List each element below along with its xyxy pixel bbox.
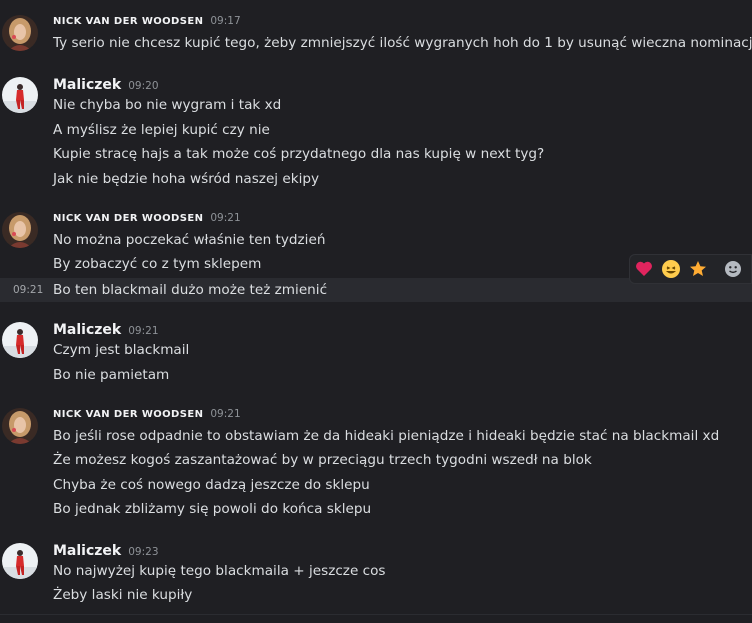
avatar[interactable] [2, 77, 38, 113]
avatar[interactable] [2, 322, 38, 358]
message-text: By zobaczyć co z tym sklepem [53, 256, 262, 272]
message-text: Bo jeśli rose odpadnie to obstawiam że d… [53, 428, 720, 444]
username[interactable]: Maliczek [53, 543, 121, 559]
avatar[interactable] [2, 212, 38, 248]
star-icon[interactable] [685, 256, 711, 282]
message-text: Czym jest blackmail [53, 342, 190, 358]
message-timestamp: 09:21 [210, 408, 241, 420]
username[interactable]: Maliczek [53, 77, 121, 93]
chat-message-list: 09:21 NICK VAN DER WOODSEN 09:17 Ty seri… [0, 0, 752, 623]
avatar[interactable] [2, 15, 38, 51]
avatar[interactable] [2, 408, 38, 444]
message-text: Żeby laski nie kupiły [53, 587, 193, 603]
message-timestamp: 09:20 [128, 80, 159, 92]
message-timestamp: 09:21 [210, 212, 241, 224]
message-timestamp: 09:17 [210, 15, 241, 27]
message-text: Kupie stracę hajs a tak może coś przydat… [53, 146, 545, 162]
username[interactable]: NICK VAN DER WOODSEN [53, 409, 203, 420]
grinning-face-icon[interactable] [658, 256, 684, 282]
username[interactable]: Maliczek [53, 322, 121, 338]
avatar[interactable] [2, 543, 38, 579]
message-text: Bo ten blackmail dużo może też zmienić [53, 282, 328, 298]
bottom-divider [0, 614, 752, 615]
message-action-toolbar [629, 254, 752, 284]
message-text: Że możesz kogoś zaszantażować by w przec… [53, 452, 592, 468]
message-timestamp: 09:23 [128, 546, 159, 558]
add-reaction-icon[interactable] [720, 256, 746, 282]
message-timestamp: 09:21 [128, 325, 159, 337]
message-text: Jak nie będzie hoha wśród naszej ekipy [53, 171, 320, 187]
username[interactable]: NICK VAN DER WOODSEN [53, 213, 203, 224]
username[interactable]: NICK VAN DER WOODSEN [53, 16, 203, 27]
heart-icon[interactable] [631, 256, 657, 282]
message-text: Chyba że coś nowego dadzą jeszcze do skl… [53, 477, 370, 493]
message-text: Bo nie pamietam [53, 367, 170, 383]
message-text: Ty serio nie chcesz kupić tego, żeby zmn… [53, 35, 752, 51]
message-text: No najwyżej kupię tego blackmaila + jesz… [53, 563, 386, 579]
message-text: A myślisz że lepiej kupić czy nie [53, 122, 270, 138]
message-text: Nie chyba bo nie wygram i tak xd [53, 97, 282, 113]
message-text: No można poczekać właśnie ten tydzień [53, 232, 326, 248]
message-text: Bo jednak zbliżamy się powoli do końca s… [53, 501, 372, 517]
hover-timestamp: 09:21 [13, 284, 44, 296]
